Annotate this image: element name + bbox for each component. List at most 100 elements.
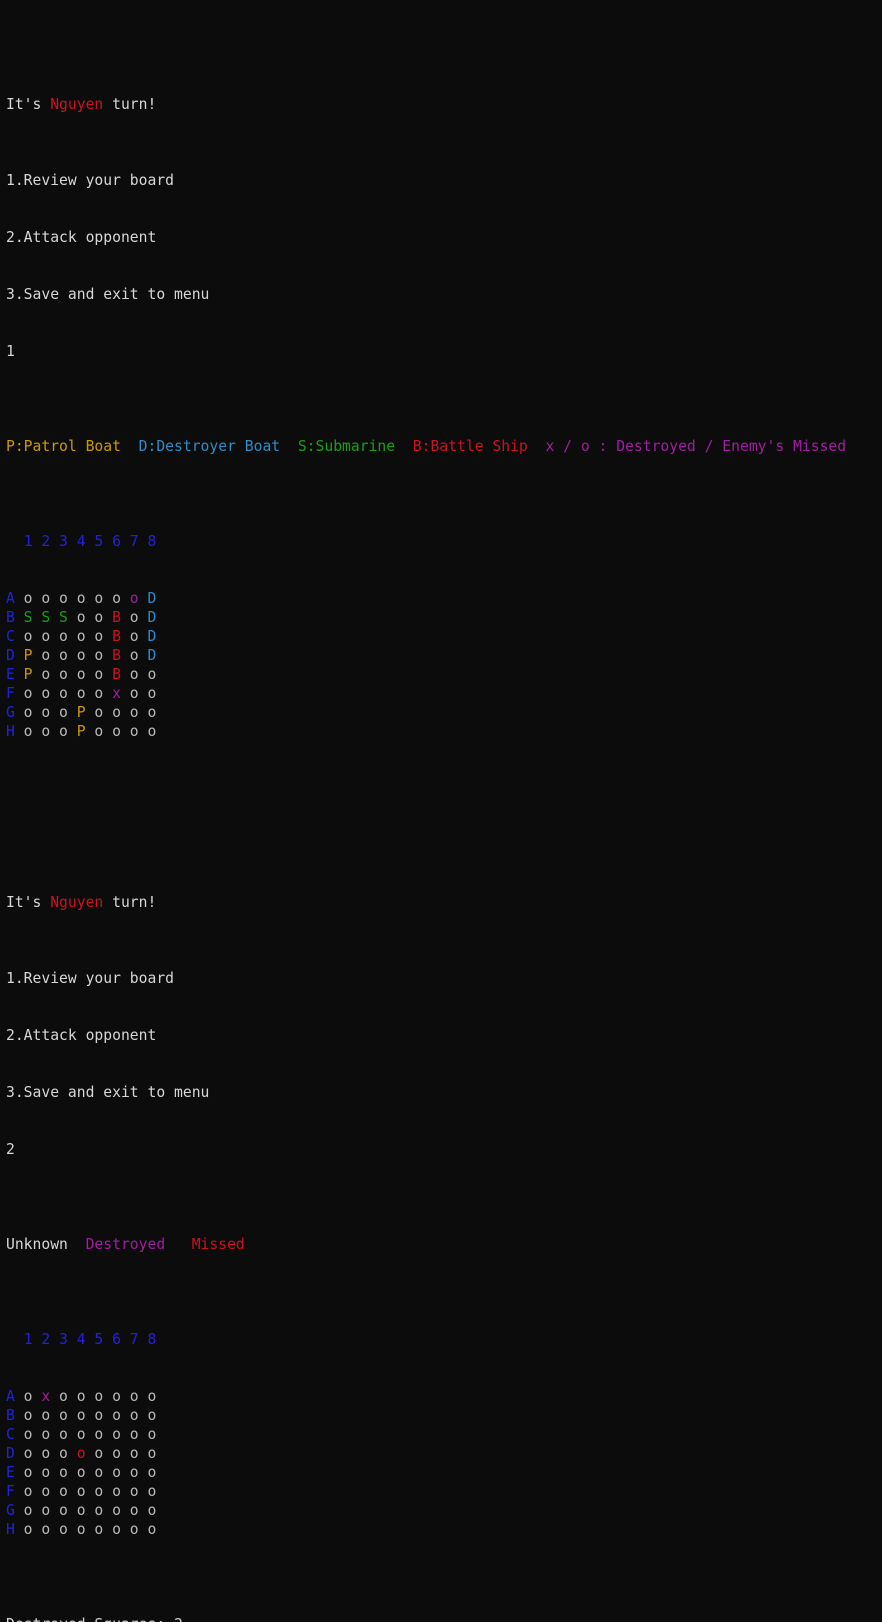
- enemy-board-row: G o o o o o o o o: [6, 1501, 882, 1520]
- own-board-row-label: E: [6, 666, 15, 683]
- own-board-cell: o: [32, 666, 51, 683]
- enemy-board-cell: o: [120, 1502, 139, 1519]
- own-board-cell: B: [103, 647, 121, 664]
- menu-option-attack-1[interactable]: 2.Attack opponent: [6, 228, 882, 247]
- own-board-cell: D: [138, 609, 157, 626]
- own-board-cell: o: [120, 628, 139, 645]
- enemy-board-cell: o: [85, 1483, 104, 1500]
- menu-option-review-2[interactable]: 1.Review your board: [6, 969, 882, 988]
- own-board-cell: o: [120, 609, 139, 626]
- enemy-board-cell: o: [14, 1502, 33, 1519]
- enemy-board-row-label: C: [6, 1426, 15, 1443]
- menu-option-review-1[interactable]: 1.Review your board: [6, 171, 882, 190]
- enemy-board-row-label: H: [6, 1521, 15, 1538]
- enemy-board-cell: o: [50, 1502, 68, 1519]
- enemy-board-cell: o: [138, 1521, 157, 1538]
- enemy-board-cell: o: [50, 1426, 68, 1443]
- enemy-board-row: A o x o o o o o o: [6, 1387, 882, 1406]
- menu-option-attack-2[interactable]: 2.Attack opponent: [6, 1026, 882, 1045]
- own-board-cell: D: [138, 647, 157, 664]
- enemy-board-cell: o: [32, 1426, 51, 1443]
- enemy-board-cell: o: [50, 1407, 68, 1424]
- own-board-cell: o: [120, 647, 139, 664]
- own-board-cell: o: [50, 723, 68, 740]
- own-board-cell: o: [138, 723, 157, 740]
- enemy-board-cell: o: [103, 1464, 121, 1481]
- enemy-board-cell: o: [103, 1407, 121, 1424]
- own-board-cell: o: [32, 685, 51, 702]
- enemy-board-cell: o: [32, 1464, 51, 1481]
- enemy-board-cell: o: [103, 1521, 121, 1538]
- enemy-board-cell: o: [50, 1445, 68, 1462]
- enemy-board-row: D o o o o o o o o: [6, 1444, 882, 1463]
- enemy-board-cell: o: [85, 1426, 104, 1443]
- own-board-cell: B: [103, 609, 121, 626]
- own-board-cell: o: [138, 666, 157, 683]
- enemy-board-cell: o: [67, 1502, 86, 1519]
- own-board-row: A o o o o o o o D: [6, 589, 882, 608]
- enemy-board-cell: o: [50, 1483, 68, 1500]
- player-name-1: Nguyen: [50, 96, 104, 113]
- enemy-board-cell: o: [14, 1407, 33, 1424]
- enemy-board-cell: o: [85, 1521, 104, 1538]
- enemy-board-cell: o: [14, 1445, 33, 1462]
- legend-patrol-boat: P:Patrol Boat: [6, 438, 121, 455]
- own-board-cell: o: [14, 628, 33, 645]
- own-board-cell: D: [138, 628, 157, 645]
- own-board-cell: D: [138, 590, 157, 607]
- own-board-cell: o: [120, 704, 139, 721]
- enemy-board-cell: o: [67, 1445, 86, 1462]
- turn-prompt-prefix-1: It's: [6, 96, 51, 113]
- enemy-board-row-label: A: [6, 1388, 15, 1405]
- enemy-board-cell: x: [32, 1388, 51, 1405]
- own-board-cell: o: [14, 685, 33, 702]
- enemy-board-cell: o: [14, 1426, 33, 1443]
- own-board-cell: o: [14, 704, 33, 721]
- player-name-2: Nguyen: [50, 894, 104, 911]
- own-board-cell: o: [138, 685, 157, 702]
- enemy-board-cell: o: [138, 1464, 157, 1481]
- own-board-row-label: G: [6, 704, 15, 721]
- own-board-cell: o: [50, 704, 68, 721]
- own-board-cell: S: [50, 609, 68, 626]
- own-board-cell: o: [103, 723, 121, 740]
- own-board-row: G o o o P o o o o: [6, 703, 882, 722]
- enemy-board-cell: o: [50, 1388, 68, 1405]
- attack-legend-line: Unknown Destroyed Missed: [6, 1235, 882, 1254]
- enemy-board-cell: o: [14, 1483, 33, 1500]
- menu-option-save-exit-2[interactable]: 3.Save and exit to menu: [6, 1083, 882, 1102]
- enemy-board-cell: o: [85, 1407, 104, 1424]
- own-board-cell: o: [120, 666, 139, 683]
- enemy-board-row: B o o o o o o o o: [6, 1406, 882, 1425]
- menu-option-save-exit-1[interactable]: 3.Save and exit to menu: [6, 285, 882, 304]
- enemy-board-row-label: G: [6, 1502, 15, 1519]
- enemy-board-cell: o: [32, 1407, 51, 1424]
- turn-prompt-suffix-2: turn!: [103, 894, 157, 911]
- menu-input-2: 2: [6, 1141, 15, 1158]
- own-board-row-label: F: [6, 685, 15, 702]
- own-board-row: F o o o o o x o o: [6, 684, 882, 703]
- own-board-cell: o: [50, 590, 68, 607]
- own-board-cell: o: [14, 723, 33, 740]
- own-board-cell: o: [14, 590, 33, 607]
- enemy-board-row-label: D: [6, 1445, 15, 1462]
- own-board-cell: x: [103, 685, 121, 702]
- own-board-column-headers: 1 2 3 4 5 6 7 8: [23, 533, 157, 550]
- enemy-board-cell: o: [120, 1521, 139, 1538]
- own-board-cell: o: [120, 685, 139, 702]
- enemy-board-row: F o o o o o o o o: [6, 1482, 882, 1501]
- enemy-board-row-label: B: [6, 1407, 15, 1424]
- enemy-board-cell: o: [120, 1464, 139, 1481]
- enemy-board-cell: o: [138, 1388, 157, 1405]
- own-board-row: D P o o o o B o D: [6, 646, 882, 665]
- enemy-board-cell: o: [67, 1426, 86, 1443]
- turn-prompt-line-2: It's Nguyen turn!: [6, 893, 882, 912]
- legend-missed: Missed: [191, 1236, 245, 1253]
- own-board-cell: B: [103, 628, 121, 645]
- enemy-board-cell: o: [14, 1521, 33, 1538]
- own-board-cell: S: [14, 609, 33, 626]
- own-board-cell: o: [50, 666, 68, 683]
- own-board-cell: o: [32, 704, 51, 721]
- enemy-board-cell: o: [120, 1445, 139, 1462]
- enemy-board-grid: A o x o o o o o oB o o o o o o o oC o o …: [6, 1387, 882, 1539]
